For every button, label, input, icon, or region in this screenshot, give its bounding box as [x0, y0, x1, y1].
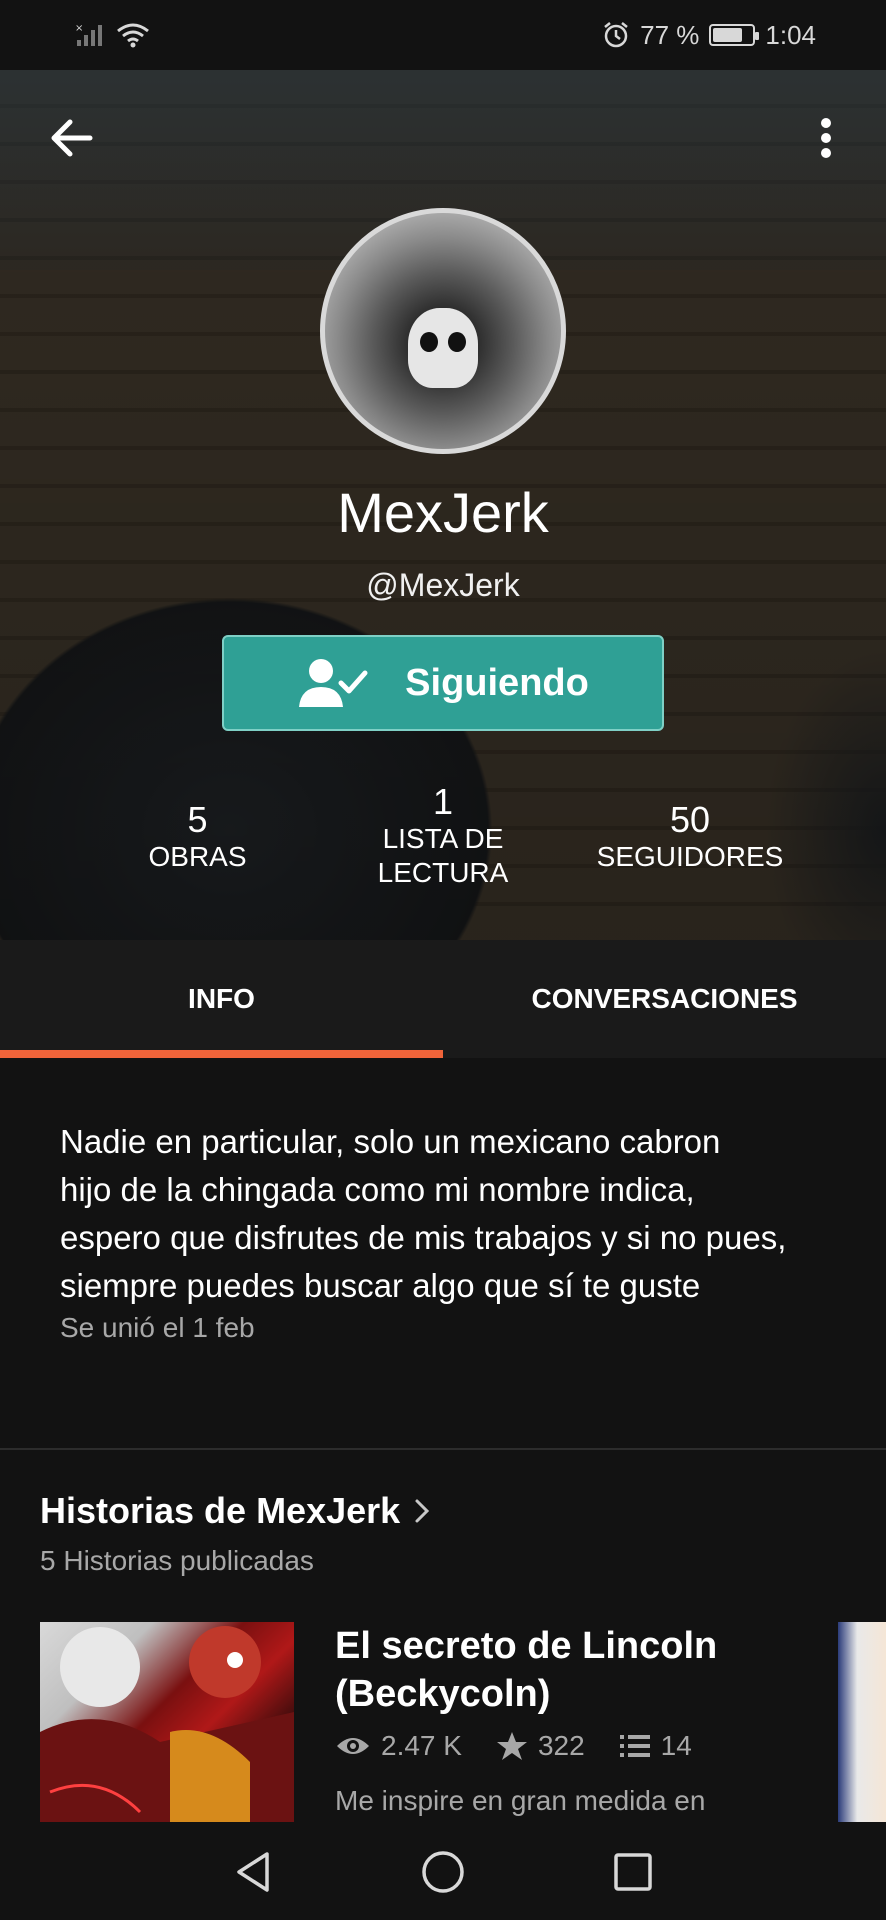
- stat-works[interactable]: 5 OBRAS: [105, 800, 290, 874]
- bio-line: hijo de la chingada como mi nombre indic…: [60, 1171, 695, 1208]
- more-vertical-icon: [821, 118, 831, 158]
- story-description: Me inspire en gran medida en: [335, 1785, 706, 1816]
- star-icon: [496, 1732, 527, 1760]
- user-check-icon: [299, 659, 368, 707]
- stories-header-link[interactable]: Historias de MexJerk: [40, 1490, 430, 1532]
- stories-count: 5 Historias publicadas: [40, 1545, 314, 1576]
- tab-info[interactable]: INFO: [0, 940, 443, 1058]
- story-parts-count: 14: [660, 1730, 692, 1761]
- battery-percent: 77 %: [640, 19, 700, 50]
- bio-line: Nadie en particular, solo un mexicano ca…: [60, 1123, 721, 1160]
- profile-handle: @MexJerk: [366, 567, 520, 603]
- tab-conversations[interactable]: CONVERSACIONES: [443, 940, 886, 1058]
- story-cover-image[interactable]: [40, 1622, 294, 1822]
- battery-level: [713, 28, 743, 42]
- avatar-skull-art: [408, 308, 478, 388]
- chevron-right-icon: [415, 1499, 430, 1523]
- bio-line: espero que disfrutes de mis trabajos y s…: [60, 1219, 787, 1256]
- nav-home-button[interactable]: [408, 1837, 478, 1907]
- story-votes-count: 322: [537, 1730, 585, 1761]
- eye-icon: [337, 1738, 369, 1754]
- svg-text:×: ×: [75, 23, 83, 34]
- wifi-icon: [117, 23, 149, 48]
- battery-icon: [709, 24, 760, 46]
- nav-back-button[interactable]: [218, 1837, 288, 1907]
- section-divider: [0, 1448, 886, 1450]
- status-left: ×: [75, 21, 151, 49]
- back-button[interactable]: [44, 110, 100, 166]
- stories-title: Historias de MexJerk: [40, 1490, 401, 1531]
- list-icon: [619, 1735, 650, 1757]
- next-story-cover[interactable]: [838, 1622, 886, 1822]
- story-parts: 14: [619, 1730, 692, 1762]
- story-title-line: El secreto de Lincoln: [335, 1625, 718, 1667]
- story-reads-count: 2.47 K: [381, 1730, 462, 1761]
- profile-header: MexJerk @MexJerk Siguiendo 5 OBRAS 1 LIS…: [0, 70, 886, 940]
- joined-date: Se unió el 1 feb: [60, 1312, 255, 1343]
- profile-display-name: MexJerk: [337, 481, 549, 544]
- signal-icon: ×: [75, 23, 102, 46]
- triangle-back-icon: [237, 1852, 269, 1892]
- alarm-icon: [604, 22, 628, 48]
- stat-works-label: OBRAS: [148, 841, 247, 872]
- nav-recents-button[interactable]: [598, 1837, 668, 1907]
- stat-reading-lists-value: 1: [432, 781, 454, 822]
- stat-reading-lists[interactable]: 1 LISTA DE LECTURA: [353, 782, 533, 890]
- story-meta: 2.47 K 322 14: [335, 1730, 692, 1762]
- stat-reading-lists-label: LISTA DE LECTURA: [377, 823, 509, 888]
- more-options-button[interactable]: [806, 110, 846, 166]
- story-reads: 2.47 K: [335, 1730, 462, 1762]
- stat-followers[interactable]: 50 SEGUIDORES: [580, 800, 800, 874]
- story-votes: 322: [496, 1730, 585, 1762]
- arrow-left-icon: [51, 119, 93, 157]
- following-label: Siguiendo: [405, 661, 589, 704]
- square-recents-icon: [614, 1853, 652, 1891]
- cover-art: [40, 1626, 294, 1822]
- stat-followers-label: SEGUIDORES: [596, 841, 784, 872]
- stat-works-value: 5: [187, 799, 208, 840]
- bio-line: siempre puedes buscar algo que sí te gus…: [60, 1267, 701, 1304]
- following-button[interactable]: Siguiendo: [222, 635, 664, 731]
- circle-home-icon: [422, 1851, 464, 1893]
- status-bar: × 77 % 1:04: [0, 0, 886, 70]
- story-title-line: (Beckycoln): [335, 1673, 551, 1715]
- profile-stats: 5 OBRAS 1 LISTA DE LECTURA 50 SEGUIDORES: [0, 782, 886, 910]
- status-right: 77 % 1:04: [602, 20, 816, 51]
- story-title[interactable]: El secreto de Lincoln (Beckycoln): [335, 1622, 805, 1718]
- system-nav-bar: [0, 1824, 886, 1920]
- avatar[interactable]: [320, 208, 566, 454]
- clock: 1:04: [765, 19, 816, 50]
- stat-followers-value: 50: [669, 799, 711, 840]
- profile-bio: Nadie en particular, solo un mexicano ca…: [60, 1118, 840, 1310]
- profile-tabs: INFO CONVERSACIONES: [0, 940, 886, 1058]
